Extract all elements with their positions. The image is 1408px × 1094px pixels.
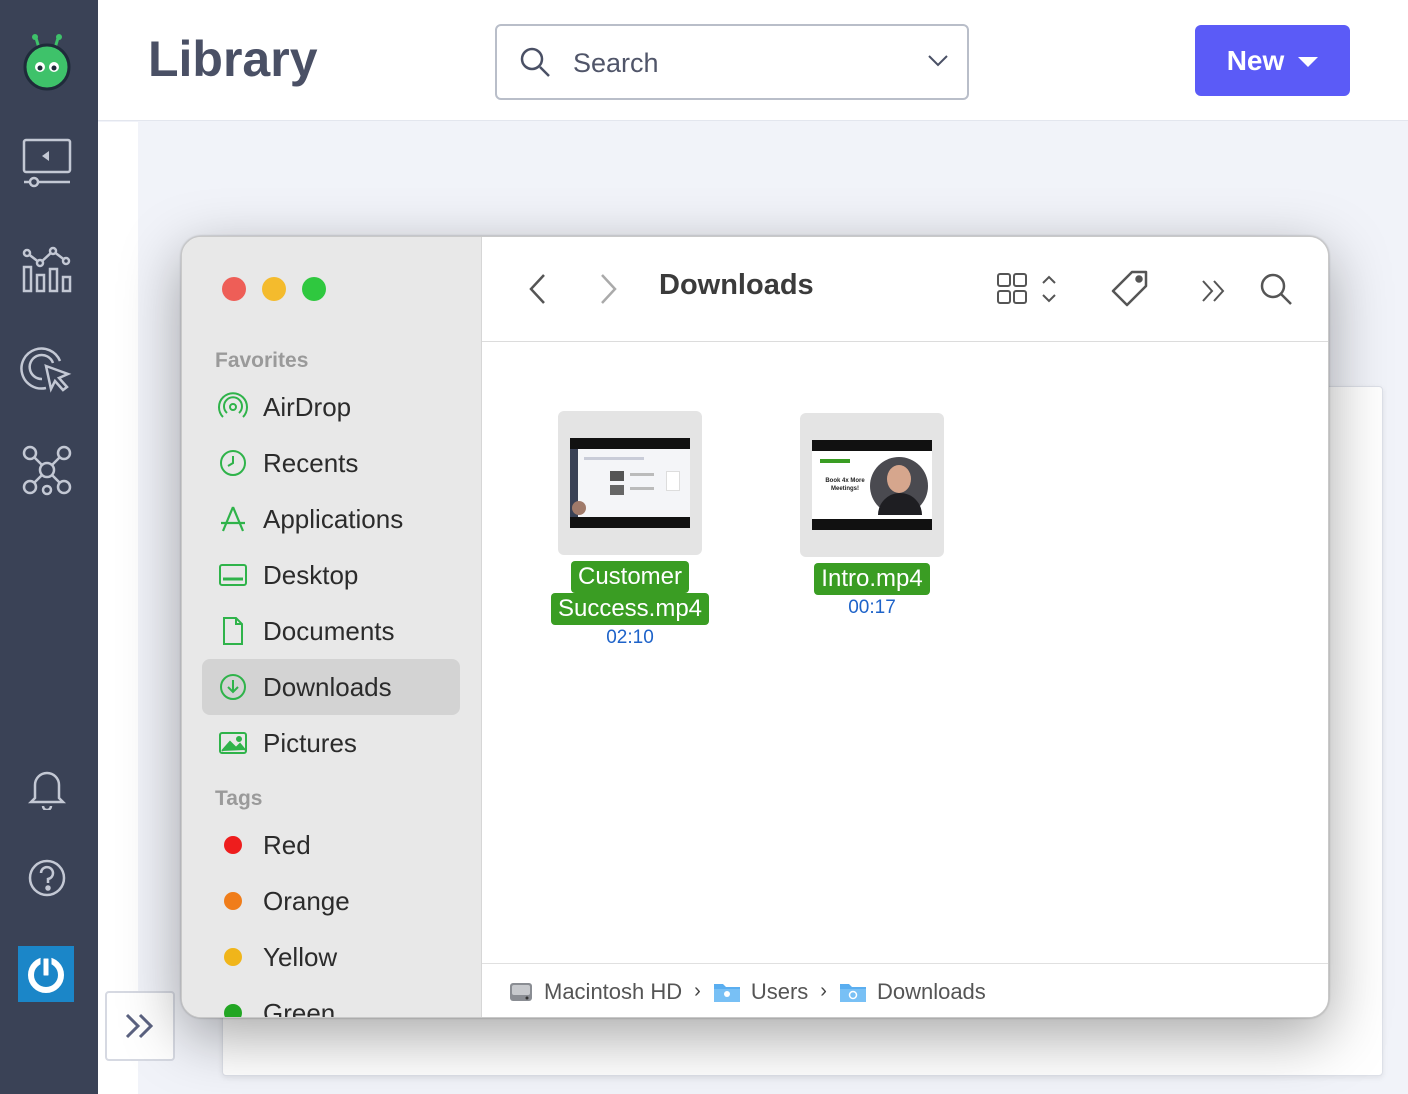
sidebar-item-label: Downloads (263, 671, 392, 702)
zoom-window-button[interactable] (302, 277, 326, 301)
file-duration: 00:17 (848, 597, 896, 618)
sidebar-item-label: AirDrop (263, 391, 352, 422)
content-sidebar-strip (98, 122, 138, 1094)
more-toolbar-button[interactable] (1194, 271, 1234, 311)
target-icon[interactable] (17, 338, 77, 398)
sidebar-item-label: Documents (263, 615, 395, 646)
window-controls (222, 277, 326, 301)
sidebar-tag-green[interactable]: Green (202, 985, 460, 1018)
sidebar-item-label: Applications (263, 503, 404, 534)
path-label: Macintosh HD (544, 978, 683, 1004)
tag-dot (224, 892, 242, 910)
clock-icon (218, 448, 248, 478)
power-icon[interactable] (18, 946, 74, 1002)
download-icon (218, 672, 248, 702)
chevron-right-icon (601, 274, 617, 304)
view-options-button[interactable] (992, 267, 1066, 311)
tag-dot (224, 1004, 242, 1017)
finder-file-area: Customer Success.mp4 02:10 Book 4x More … (482, 343, 1328, 963)
search-icon (1260, 273, 1292, 305)
page-title: Library (148, 31, 318, 87)
top-header: Library Search New (98, 0, 1408, 121)
finder-search-button[interactable] (1256, 269, 1296, 309)
video-thumbnail: Book 4x More Meetings! (800, 413, 944, 557)
path-bar: Macintosh HD › Users › Downloads (482, 963, 1328, 1017)
file-duration: 02:10 (606, 627, 654, 648)
path-label: Downloads (876, 978, 986, 1004)
sidebar-tag-red[interactable]: Red (202, 817, 460, 873)
forward-button[interactable] (590, 267, 626, 311)
sidebar-item-applications[interactable]: Applications (202, 491, 460, 547)
grid-view-icon (997, 273, 1056, 304)
applications-icon (218, 504, 248, 534)
folder-icon (713, 983, 740, 1002)
document-icon (218, 616, 248, 646)
pictures-icon (218, 728, 248, 758)
app-logo-icon[interactable] (17, 32, 77, 92)
sidebar-item-label: Red (263, 829, 311, 860)
double-chevron-right-icon (125, 1013, 154, 1039)
thumbnail-caption: Book 4x More Meetings! (825, 478, 865, 492)
new-button-label: New (1226, 44, 1285, 76)
chevron-left-icon (529, 274, 545, 304)
new-button[interactable]: New (1195, 25, 1350, 96)
tag-dot (224, 836, 242, 854)
sidebar-item-recents[interactable]: Recents (202, 435, 460, 491)
window-title: Downloads (659, 269, 814, 301)
path-label: Users (750, 978, 809, 1004)
video-player-icon[interactable] (17, 132, 77, 192)
file-item-customer-success[interactable]: Customer Success.mp4 02:10 (540, 411, 720, 649)
sidebar-tag-orange[interactable]: Orange (202, 873, 460, 929)
expand-sidebar-button[interactable] (105, 991, 175, 1061)
search-icon (519, 46, 551, 83)
minimize-window-button[interactable] (262, 277, 286, 301)
help-icon[interactable] (17, 848, 77, 908)
search-placeholder: Search (573, 48, 659, 78)
sidebar-item-desktop[interactable]: Desktop (202, 547, 460, 603)
sidebar-item-label: Yellow (263, 941, 338, 972)
sidebar-item-pictures[interactable]: Pictures (202, 715, 460, 771)
bell-icon[interactable] (17, 758, 77, 818)
sidebar-item-label: Recents (263, 447, 359, 478)
finder-toolbar: Downloads (482, 237, 1328, 342)
tag-button[interactable] (1108, 267, 1152, 311)
analytics-icon[interactable] (17, 238, 77, 298)
path-item-downloads[interactable]: Downloads (839, 979, 986, 1005)
search-input[interactable]: Search (495, 24, 969, 100)
search-dropdown-icon[interactable] (927, 54, 949, 73)
sidebar-tag-yellow[interactable]: Yellow (202, 929, 460, 985)
double-chevron-right-icon (1202, 280, 1225, 302)
file-name: Success.mp4 (550, 593, 710, 625)
finder-window: Favorites AirDrop Recents Applications D… (181, 236, 1329, 1018)
path-separator: › (820, 980, 827, 1002)
desktop-icon (218, 560, 248, 590)
back-button[interactable] (520, 267, 556, 311)
file-name: Intro.mp4 (814, 563, 930, 595)
close-window-button[interactable] (222, 277, 246, 301)
sidebar-item-downloads[interactable]: Downloads (202, 659, 460, 715)
video-thumbnail (558, 411, 702, 555)
file-name: Customer (570, 561, 690, 593)
sidebar-item-documents[interactable]: Documents (202, 603, 460, 659)
sidebar-item-label: Orange (263, 885, 350, 916)
sidebar-item-airdrop[interactable]: AirDrop (202, 379, 460, 435)
app-nav-rail (0, 0, 98, 1094)
airdrop-icon (218, 392, 248, 422)
hard-drive-icon (510, 982, 532, 1001)
sidebar-item-label: Pictures (263, 727, 357, 758)
chevron-down-icon (1298, 57, 1319, 67)
sidebar-item-label: Desktop (263, 559, 359, 590)
finder-sidebar: Favorites AirDrop Recents Applications D… (182, 237, 482, 1018)
folder-icon (839, 983, 866, 1002)
tag-icon (1111, 270, 1148, 307)
network-icon[interactable] (17, 440, 77, 500)
tags-header: Tags (215, 787, 263, 810)
path-item-users[interactable]: Users (713, 979, 808, 1005)
sidebar-item-label: Green (263, 997, 336, 1018)
file-item-intro[interactable]: Book 4x More Meetings! Intro.mp4 00:17 (782, 413, 962, 619)
path-item-macintosh-hd[interactable]: Macintosh HD (508, 979, 682, 1005)
favorites-header: Favorites (215, 349, 309, 372)
tag-dot (224, 948, 242, 966)
path-separator: › (694, 980, 701, 1002)
